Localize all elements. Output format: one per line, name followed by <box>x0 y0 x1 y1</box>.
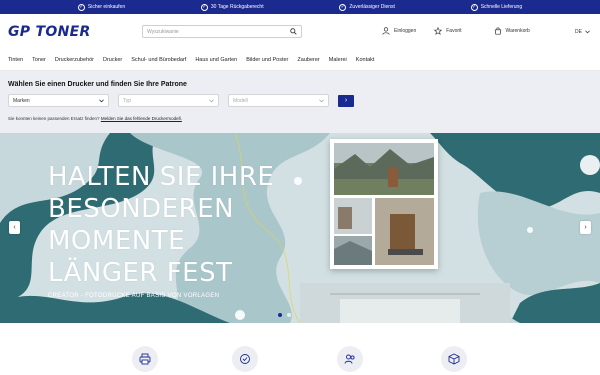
topbar-label: 30 Tage Rückgaberecht <box>210 4 264 10</box>
hero-subtitle: CREATOR - FOTODRUCKE AUF BASIS VON VORLA… <box>48 293 220 299</box>
search-box[interactable] <box>142 25 302 38</box>
collage-image <box>334 143 434 265</box>
top-info-bar: ✓ Sicher einkaufen ✓ 30 Tage Rückgaberec… <box>0 0 600 14</box>
printer-finder: Wählen Sie einen Drucker und finden Sie … <box>0 71 600 133</box>
nav-item-druckerzubehoer[interactable]: Druckerzubehör <box>55 57 94 63</box>
manufacturer-select[interactable]: Marken <box>8 94 109 107</box>
nav-item-bilder-poster[interactable]: Bilder und Poster <box>246 57 288 63</box>
language-selector[interactable]: DE <box>575 29 590 35</box>
topbar-item-secure: ✓ Sicher einkaufen <box>77 3 126 11</box>
chevron-down-icon <box>319 98 324 102</box>
feature-quality <box>232 346 258 372</box>
box-icon <box>448 353 460 365</box>
model-select[interactable]: Modell <box>228 94 329 107</box>
carousel-next-button[interactable]: › <box>580 221 591 234</box>
star-icon <box>434 27 443 35</box>
nav-item-malerei[interactable]: Malerei <box>329 57 347 63</box>
hero-banner: HALTEN SIE IHRE BESONDEREN MOMENTE LÄNGE… <box>0 133 600 323</box>
report-missing-link[interactable]: Melden Sie das fehlende Druckermodell. <box>101 116 182 121</box>
hero-title-line: BESONDEREN <box>48 194 235 224</box>
features-section <box>0 323 600 375</box>
check-circle-icon: ✓ <box>339 3 347 11</box>
printer-icon <box>139 353 151 365</box>
login-button[interactable]: Einloggen <box>382 27 416 35</box>
site-header: GP TONER Einloggen Favorit Warenkorb DE <box>0 14 600 49</box>
nav-item-toner[interactable]: Toner <box>32 57 46 63</box>
check-circle-icon: ✓ <box>77 3 85 11</box>
type-value: Typ <box>123 97 132 104</box>
check-circle-icon: ✓ <box>470 3 478 11</box>
cart-button[interactable]: Warenkorb <box>494 27 530 35</box>
chevron-down-icon <box>209 98 214 102</box>
hint-text: Sie konnten keinen passenden Ersatz find… <box>8 116 100 121</box>
chevron-right-icon: › <box>584 224 587 231</box>
site-logo[interactable]: GP TONER <box>8 24 128 40</box>
search-input[interactable] <box>147 28 289 35</box>
hero-title: HALTEN SIE IHRE BESONDEREN MOMENTE LÄNGE… <box>48 161 274 289</box>
hero-title-line: MOMENTE <box>48 226 186 256</box>
feature-printer <box>132 346 158 372</box>
topbar-label: Zuverlässiger Dienst <box>349 4 395 10</box>
photo-collage <box>330 139 438 269</box>
nav-item-kontakt[interactable]: Kontakt <box>356 57 375 63</box>
feature-support <box>337 346 363 372</box>
chevron-down-icon <box>99 98 104 102</box>
chevron-down-icon <box>585 30 590 34</box>
user-icon <box>382 27 390 35</box>
header-actions: Einloggen Favorit Warenkorb <box>382 27 530 35</box>
hero-title-line: LÄNGER FEST <box>48 258 233 288</box>
nav-item-zauberer[interactable]: Zauberer <box>297 57 319 63</box>
topbar-label: Schnelle Lieferung <box>480 4 523 10</box>
carousel-dots <box>278 313 291 317</box>
model-value: Modell <box>233 97 248 104</box>
main-nav: Tinten Toner Druckerzubehör Drucker Schu… <box>0 49 600 71</box>
nav-item-drucker[interactable]: Drucker <box>103 57 122 63</box>
topbar-label: Sicher einkaufen <box>87 4 126 10</box>
finder-submit-button[interactable]: › <box>338 94 354 107</box>
hero-title-line: HALTEN SIE IHRE <box>48 162 275 192</box>
nav-item-haus-garten[interactable]: Haus und Garten <box>195 57 237 63</box>
favorites-button[interactable]: Favorit <box>434 27 462 35</box>
manufacturer-value: Marken <box>13 97 30 104</box>
badge-check-icon <box>240 354 250 364</box>
language-label: DE <box>575 29 582 35</box>
carousel-dot[interactable] <box>287 313 291 317</box>
nav-item-schulbedarf[interactable]: Schul- und Bürobedarf <box>131 57 186 63</box>
carousel-dot[interactable] <box>278 313 282 317</box>
arrow-right-icon: › <box>344 97 348 104</box>
type-select[interactable]: Typ <box>118 94 219 107</box>
topbar-item-reliable: ✓ Zuverlässiger Dienst <box>339 3 395 11</box>
cart-label: Warenkorb <box>505 28 530 34</box>
check-circle-icon: ✓ <box>200 3 208 11</box>
chevron-left-icon: ‹ <box>13 224 16 231</box>
search-icon[interactable] <box>289 28 297 36</box>
users-icon <box>344 354 355 364</box>
favorites-label: Favorit <box>446 28 462 34</box>
login-label: Einloggen <box>394 28 417 34</box>
finder-hint: Sie konnten keinen passenden Ersatz find… <box>8 116 592 121</box>
topbar-item-return: ✓ 30 Tage Rückgaberecht <box>200 3 264 11</box>
nav-item-tinten[interactable]: Tinten <box>8 57 23 63</box>
carousel-prev-button[interactable]: ‹ <box>9 221 20 234</box>
feature-delivery <box>441 346 467 372</box>
topbar-item-delivery: ✓ Schnelle Lieferung <box>470 3 523 11</box>
cart-bag-icon <box>494 27 501 35</box>
finder-title: Wählen Sie einen Drucker und finden Sie … <box>8 81 187 88</box>
